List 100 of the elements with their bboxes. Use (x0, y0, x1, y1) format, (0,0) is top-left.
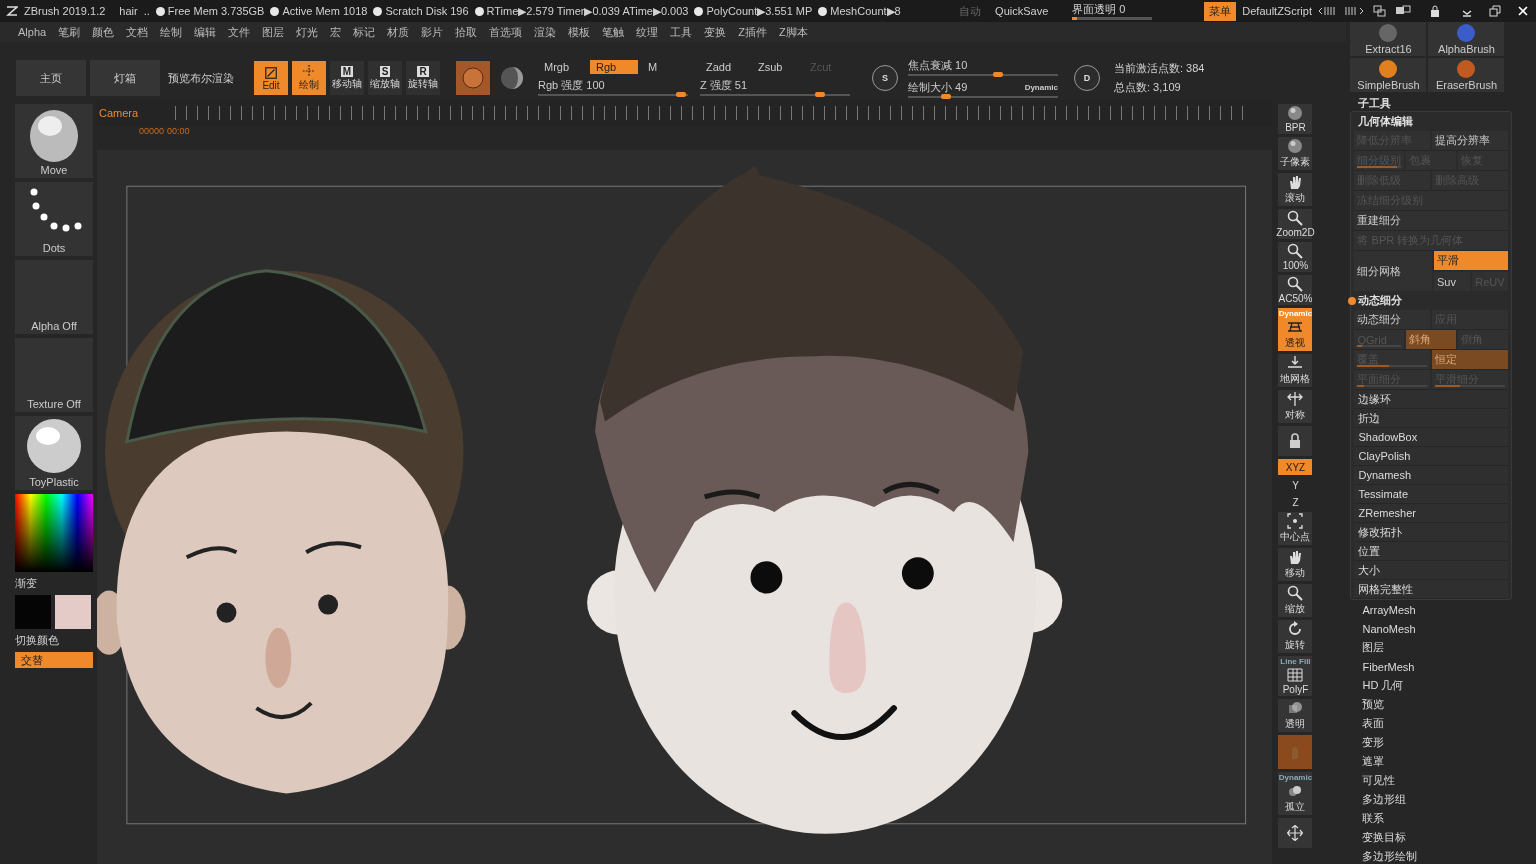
subpalette-item[interactable]: 网格完整性 (1354, 580, 1509, 599)
windows-icon[interactable] (1370, 5, 1388, 17)
shelf-button[interactable]: Z (1283, 495, 1308, 509)
mode-button[interactable]: M 移动轴 (330, 61, 364, 95)
shelf-thumbnail[interactable]: Dots (15, 182, 93, 256)
mode-button[interactable]: 绘制 (292, 61, 326, 95)
transparency-slider[interactable] (1072, 17, 1153, 20)
shelf-button[interactable]: Line Fill PolyF (1278, 656, 1313, 696)
menu-item[interactable]: 图层 (256, 24, 291, 40)
menu-item[interactable]: 纹理 (630, 24, 665, 40)
menu-item[interactable]: 笔刷 (52, 24, 87, 40)
sphere-icon[interactable] (500, 66, 524, 90)
brush-thumbnail[interactable]: EraserBrush (1428, 58, 1505, 92)
switch-color-button[interactable]: 切换颜色 (15, 633, 93, 648)
windows-icon[interactable] (1394, 5, 1412, 17)
shelf-button[interactable]: AC50% (1278, 275, 1313, 305)
subpalette-item[interactable]: 大小 (1354, 561, 1509, 580)
subpalette-item[interactable]: 变换目标 (1350, 828, 1536, 847)
palette-button[interactable]: 提高分辨率 (1432, 131, 1509, 150)
menu-item[interactable]: 文件 (222, 24, 257, 40)
subpalette-item[interactable]: FiberMesh (1350, 657, 1536, 676)
brush-d-button[interactable]: D (1074, 65, 1100, 91)
menu-item[interactable]: 文档 (120, 24, 155, 40)
shelf-button[interactable]: Dynamic 透视 (1278, 308, 1313, 351)
menu-item[interactable]: 影片 (415, 24, 450, 40)
layout-icon[interactable] (1318, 6, 1338, 16)
menu-item[interactable]: 编辑 (188, 24, 223, 40)
channel-toggle[interactable]: Rgb (590, 60, 638, 74)
shelf-button[interactable]: 滚动 (1278, 173, 1313, 206)
subpalette-item[interactable]: Dynamesh (1354, 466, 1509, 485)
quicksave-button[interactable]: QuickSave (991, 5, 1053, 17)
close-icon[interactable] (1516, 5, 1530, 17)
brush-thumbnail[interactable]: AlphaBrush (1428, 22, 1505, 56)
color-swatch[interactable] (55, 595, 91, 629)
subpalette-item[interactable]: 修改拓扑 (1354, 523, 1509, 542)
shelf-thumbnail[interactable]: Texture Off (15, 338, 93, 412)
subpalette-item[interactable]: ClayPolish (1354, 447, 1509, 466)
color-picker[interactable] (15, 494, 93, 572)
brush-thumbnail[interactable]: Extract16 (1350, 22, 1427, 56)
mode-button[interactable]: Edit (254, 61, 288, 95)
subpalette-item[interactable]: 遮罩 (1350, 752, 1536, 771)
shelf-button[interactable]: BPR (1278, 104, 1313, 134)
toolbar-button[interactable]: 灯箱 (90, 60, 160, 96)
shelf-button[interactable] (1278, 426, 1313, 456)
subpalette-item[interactable]: 可见性 (1350, 771, 1536, 790)
menu-item[interactable]: Z脚本 (772, 24, 814, 40)
palette-button[interactable]: 重建细分 (1354, 211, 1509, 230)
subpalette-item[interactable]: 图层 (1350, 638, 1536, 657)
subpalette-item[interactable]: 边缘环 (1354, 390, 1509, 409)
brush-s-button[interactable]: S (872, 65, 898, 91)
layout-icon[interactable] (1344, 6, 1364, 16)
menu-item[interactable]: 拾取 (449, 24, 484, 40)
menu-item[interactable]: 灯光 (290, 24, 325, 40)
menu-item[interactable]: 渲染 (528, 24, 563, 40)
depth-toggle[interactable]: Zsub (752, 60, 800, 74)
shelf-button[interactable] (1278, 818, 1313, 848)
shelf-button[interactable]: 100% (1278, 242, 1313, 272)
menu-item[interactable]: 宏 (324, 24, 348, 40)
menu-item[interactable]: Alpha (12, 26, 53, 38)
menu-item[interactable]: 首选项 (483, 24, 529, 40)
menu-item[interactable]: 工具 (664, 24, 699, 40)
subpalette-item[interactable]: Tessimate (1354, 485, 1509, 504)
lock-icon[interactable] (1428, 5, 1442, 17)
subpalette-item[interactable]: HD 几何 (1350, 676, 1536, 695)
dynamic-label[interactable]: Dynamic (1024, 83, 1058, 92)
subpalette-item[interactable]: ZRemesher (1354, 504, 1509, 523)
subpalette-item[interactable]: NanoMesh (1350, 619, 1536, 638)
subpalette-item[interactable]: 多边形组 (1350, 790, 1536, 809)
subpalette-item[interactable]: ArrayMesh (1350, 600, 1536, 619)
menu-item[interactable]: 颜色 (86, 24, 121, 40)
alternate-button[interactable]: 交替 (15, 652, 93, 668)
palette-button[interactable]: 动态细分 (1354, 310, 1431, 329)
brush-thumbnail[interactable]: SimpleBrush (1350, 58, 1427, 92)
subpalette-item[interactable]: 多边形绘制 (1350, 847, 1536, 864)
menu-item[interactable]: 模板 (562, 24, 597, 40)
shelf-button[interactable]: Y (1283, 478, 1308, 492)
subpalette-item[interactable]: 位置 (1354, 542, 1509, 561)
shelf-button[interactable]: Dynamic 孤立 (1278, 772, 1313, 815)
menu-item[interactable]: 标记 (347, 24, 382, 40)
menu-item[interactable]: 绘制 (154, 24, 189, 40)
preview-button[interactable]: 预览布尔渲染 (164, 70, 238, 86)
shelf-button[interactable]: 子像素 (1278, 137, 1313, 170)
menu-item[interactable]: 变换 (698, 24, 733, 40)
shelf-button[interactable]: 透明 (1278, 699, 1313, 732)
channel-toggle[interactable]: M (642, 60, 690, 74)
subpalette-item[interactable]: ShadowBox (1354, 428, 1509, 447)
subpalette-item[interactable]: 表面 (1350, 714, 1536, 733)
smooth-toggle[interactable]: 平滑 (1434, 251, 1509, 270)
subtool-header[interactable]: 子工具 (1350, 96, 1536, 111)
shelf-thumbnail[interactable]: ToyPlastic (15, 416, 93, 490)
shelf-button[interactable]: 中心点 (1278, 512, 1313, 545)
mode-button[interactable]: R 旋转轴 (406, 61, 440, 95)
subpalette-item[interactable]: 联系 (1350, 809, 1536, 828)
shelf-button[interactable]: 旋转 (1278, 620, 1313, 653)
restore-icon[interactable] (1488, 5, 1502, 17)
menu-item[interactable]: 笔触 (596, 24, 631, 40)
dynamic-subdiv-header[interactable]: 动态细分 (1358, 293, 1403, 308)
shelf-button[interactable]: Zoom2D (1278, 209, 1313, 239)
subpalette-item[interactable]: 折边 (1354, 409, 1509, 428)
shelf-button[interactable]: 对称 (1278, 390, 1313, 423)
